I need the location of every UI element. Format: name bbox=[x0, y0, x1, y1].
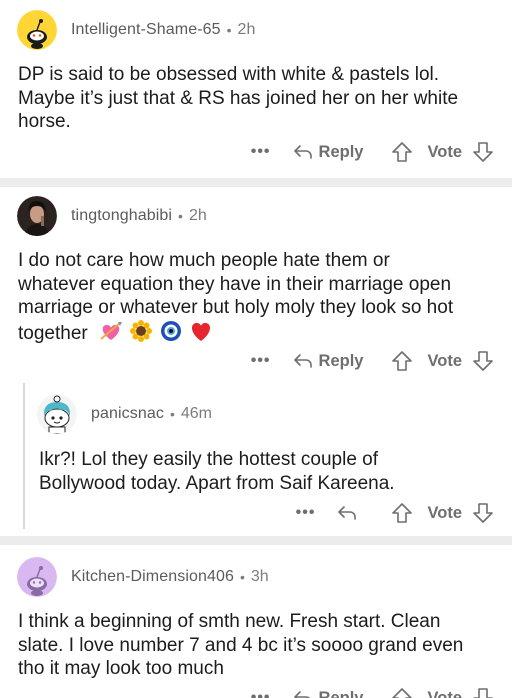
thread-line[interactable] bbox=[23, 383, 25, 529]
comment-header: tingtonghabibi • 2h bbox=[17, 196, 207, 236]
avatar[interactable] bbox=[17, 196, 57, 236]
comment-line: Ikr?! Lol they easily the hottest couple… bbox=[39, 449, 379, 470]
reply-arrow-icon bbox=[293, 145, 312, 159]
reply-arrow-icon bbox=[338, 506, 357, 520]
comment-2: tingtonghabibi • 2h I do not care how mu… bbox=[0, 187, 512, 536]
heart-with-arrow-emoji bbox=[99, 320, 123, 349]
comment-actions: ••• Reply Vote bbox=[251, 137, 494, 167]
comment-body: Ikr?! Lol they easily the hottest couple… bbox=[39, 448, 395, 495]
photo-avatar-icon bbox=[17, 196, 57, 236]
comment-line: Maybe it’s just that & RS has joined her… bbox=[18, 87, 459, 109]
comment-line: I think a beginning of smth new. Fresh s… bbox=[18, 611, 441, 632]
more-options-button[interactable]: ••• bbox=[251, 352, 271, 370]
avatar[interactable] bbox=[37, 394, 77, 434]
comment-body: I do not care how much people hate them … bbox=[18, 249, 453, 348]
upvote-arrow-icon bbox=[392, 351, 413, 371]
comment-header: Intelligent-Shame-65 • 2h bbox=[17, 10, 255, 50]
author-name[interactable]: Intelligent-Shame-65 bbox=[71, 21, 221, 39]
upvote-button[interactable] bbox=[391, 350, 413, 372]
comment-line-text: together bbox=[18, 322, 88, 344]
reply-label: Reply bbox=[318, 688, 364, 698]
upvote-button[interactable] bbox=[391, 502, 413, 524]
upvote-button[interactable] bbox=[391, 687, 413, 698]
comment-line: horse. bbox=[18, 111, 71, 132]
comment-actions: ••• Reply Vote bbox=[251, 346, 494, 376]
author-name[interactable]: Kitchen-Dimension406 bbox=[71, 568, 234, 586]
comment-line: marriage or whatever but holy moly they … bbox=[18, 297, 454, 318]
more-options-button[interactable]: ••• bbox=[296, 504, 316, 522]
meta-separator: • bbox=[226, 22, 232, 38]
meta-separator: • bbox=[178, 208, 183, 224]
downvote-arrow-icon bbox=[473, 688, 493, 698]
avatar[interactable] bbox=[17, 557, 57, 597]
upvote-arrow-icon bbox=[392, 503, 413, 523]
comment-line: DP is said to be obsessed with white & p… bbox=[18, 64, 440, 85]
comment-header: panicsnac • 46m bbox=[37, 394, 212, 434]
downvote-button[interactable] bbox=[472, 687, 494, 698]
comment-line: together bbox=[18, 319, 453, 349]
more-options-button[interactable]: ••• bbox=[251, 689, 271, 698]
comment-line: tho it may look too much bbox=[18, 658, 224, 679]
reply-arrow-icon bbox=[293, 691, 310, 698]
author-name[interactable]: panicsnac bbox=[91, 405, 164, 423]
reply-button[interactable]: Reply bbox=[293, 688, 364, 698]
downvote-button[interactable] bbox=[472, 350, 494, 372]
comment-line: I do not care how much people hate them … bbox=[18, 250, 390, 271]
comment-header: Kitchen-Dimension406 • 3h bbox=[17, 557, 269, 597]
reply-label: Reply bbox=[318, 351, 364, 370]
more-options-button[interactable]: ••• bbox=[251, 143, 271, 161]
comment-actions: ••• Vote bbox=[296, 498, 494, 528]
meta-separator: • bbox=[169, 406, 175, 422]
reply-button[interactable] bbox=[337, 505, 363, 521]
snoo-teal-hair-avatar-icon bbox=[37, 394, 77, 434]
comment-line: Bollywood today. Apart from Saif Kareena… bbox=[39, 472, 395, 494]
upvote-arrow-icon bbox=[392, 142, 413, 162]
reply-arrow-icon bbox=[293, 354, 312, 368]
reply-label: Reply bbox=[318, 142, 364, 161]
comment-actions: ••• Reply Vote bbox=[251, 683, 494, 698]
vote-count: Vote bbox=[427, 503, 462, 522]
vote-count: Vote bbox=[427, 142, 462, 161]
comment-4: Kitchen-Dimension406 • 3h I think a begi… bbox=[0, 545, 512, 698]
timestamp: 3h bbox=[250, 568, 269, 585]
reply-button[interactable]: Reply bbox=[293, 142, 364, 162]
timestamp: 46m bbox=[180, 405, 212, 422]
comment-line: slate. I love number 7 and 4 bc it’s soo… bbox=[18, 634, 464, 656]
vote-count: Vote bbox=[427, 688, 462, 698]
upvote-arrow-icon bbox=[392, 688, 413, 698]
comment-separator bbox=[0, 536, 512, 545]
downvote-button[interactable] bbox=[472, 141, 494, 163]
vote-count: Vote bbox=[427, 351, 462, 370]
red-heart-emoji bbox=[189, 320, 213, 349]
nazar-amulet-emoji bbox=[160, 320, 182, 349]
reply-button[interactable]: Reply bbox=[293, 351, 364, 371]
comment-body: I think a beginning of smth new. Fresh s… bbox=[18, 610, 463, 681]
downvote-arrow-icon bbox=[473, 351, 493, 371]
upvote-button[interactable] bbox=[391, 141, 413, 163]
timestamp: 2h bbox=[237, 21, 256, 38]
comment-body: DP is said to be obsessed with white & p… bbox=[18, 63, 458, 134]
comment-separator bbox=[0, 178, 512, 187]
snoo-yellow-avatar-icon bbox=[17, 10, 57, 50]
author-name[interactable]: tingtonghabibi bbox=[71, 207, 172, 225]
comment-1: Intelligent-Shame-65 • 2h DP is said to … bbox=[0, 0, 512, 178]
avatar[interactable] bbox=[17, 10, 57, 50]
downvote-button[interactable] bbox=[472, 502, 494, 524]
comment-line: whatever equation they have in their mar… bbox=[18, 273, 452, 295]
downvote-arrow-icon bbox=[473, 142, 493, 162]
meta-separator: • bbox=[239, 569, 245, 585]
downvote-arrow-icon bbox=[473, 503, 493, 523]
sunflower-emoji bbox=[130, 319, 153, 349]
timestamp: 2h bbox=[188, 207, 207, 224]
snoo-purple-avatar-icon bbox=[17, 557, 57, 597]
